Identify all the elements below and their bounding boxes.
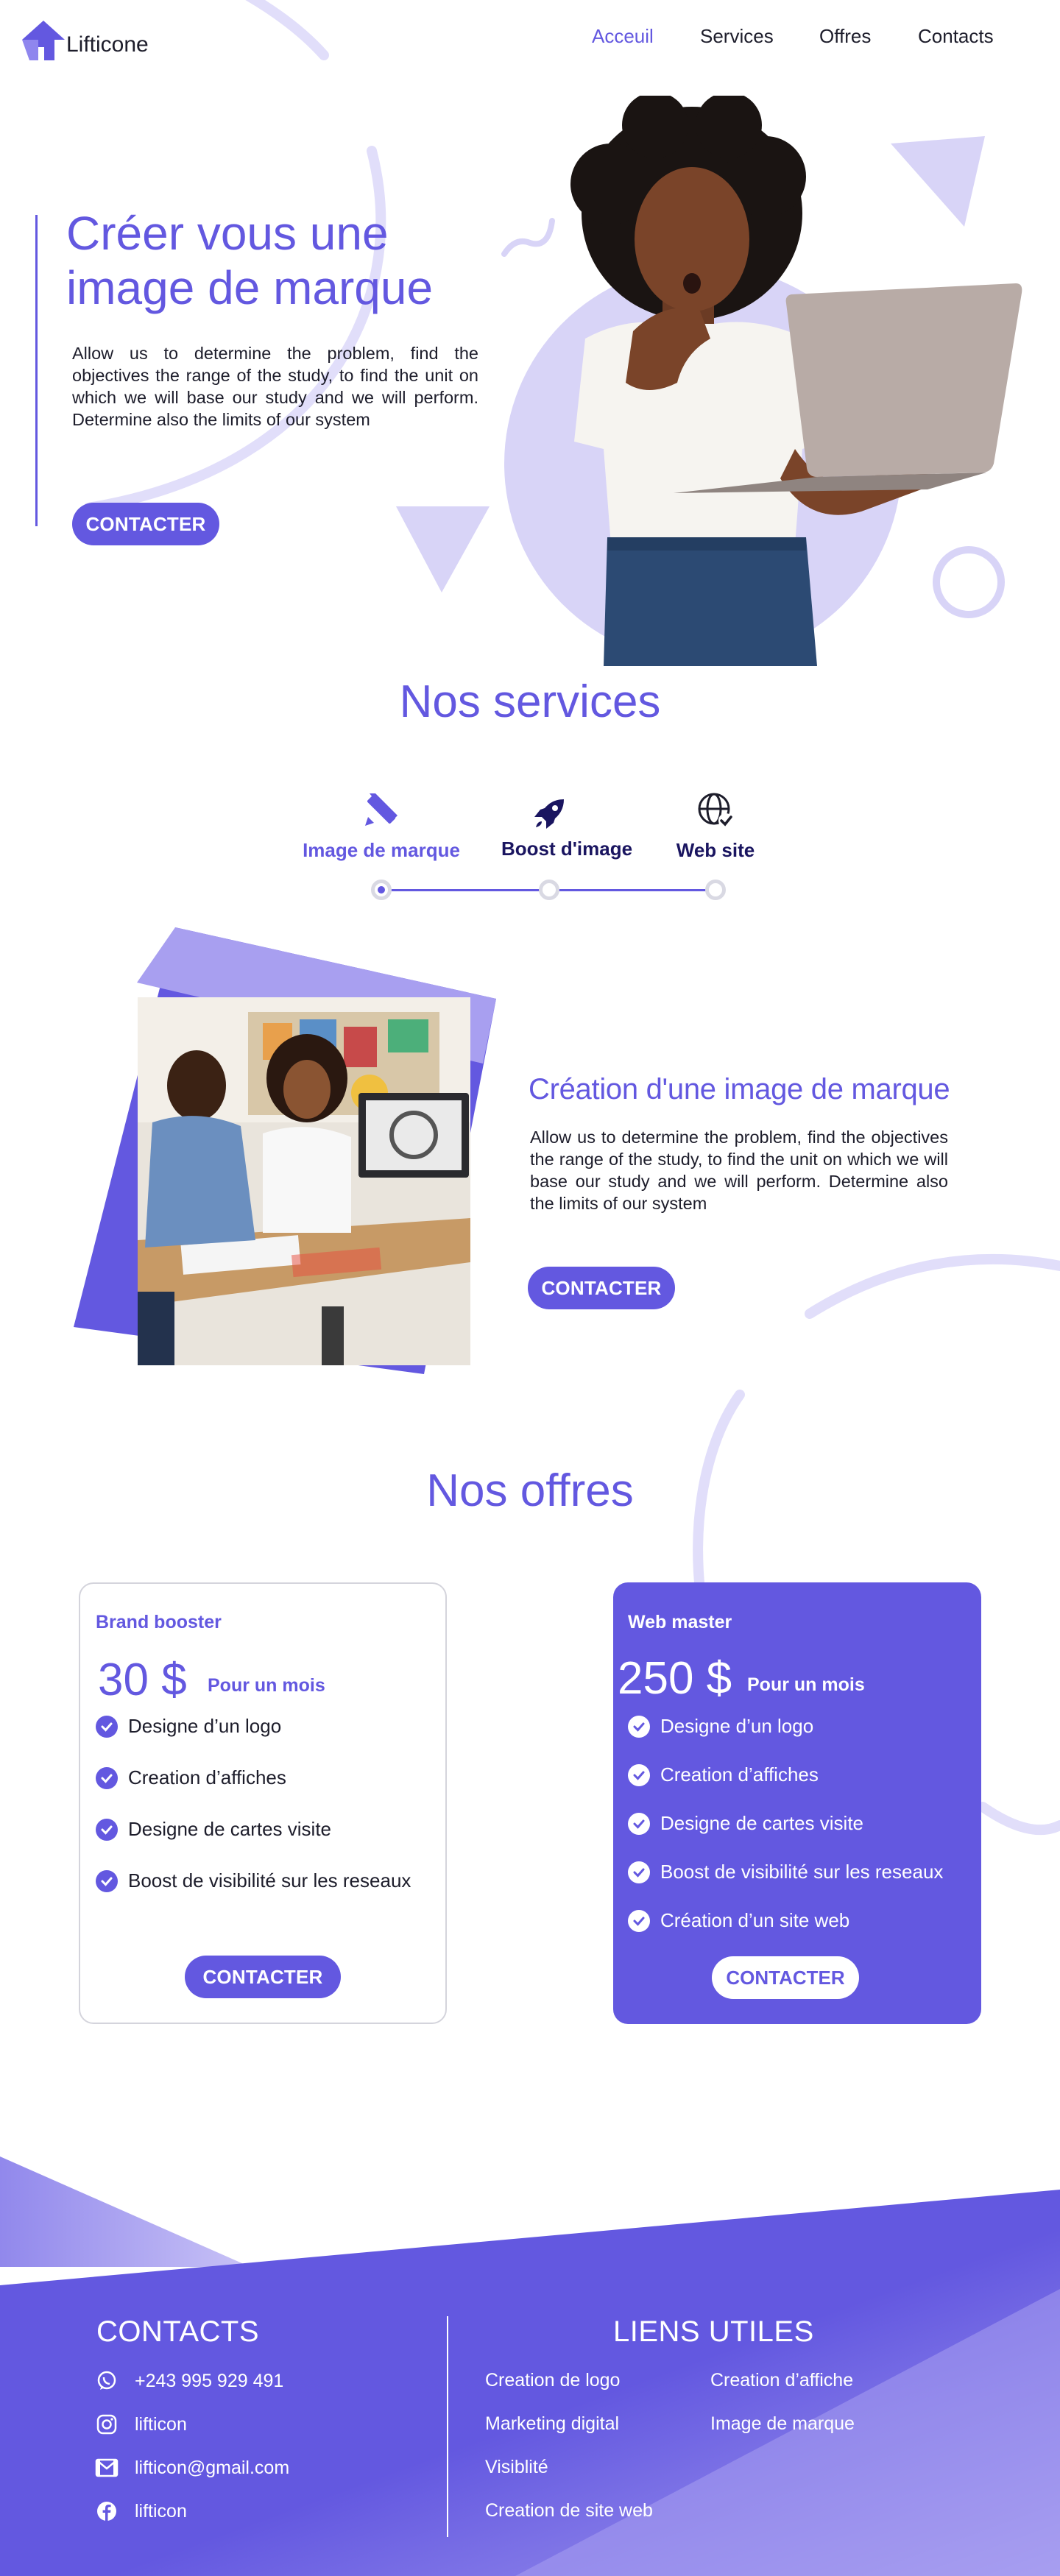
plan-feature: Boost de visibilité sur les reseaux xyxy=(96,1869,411,1892)
plan-feature: Creation d’affiches xyxy=(628,1763,819,1786)
plan-feature: Creation d’affiches xyxy=(96,1766,286,1789)
footer-link-image-de-marque[interactable]: Image de marque xyxy=(710,2413,855,2435)
service-detail-title: Création d'une image de marque xyxy=(529,1073,950,1105)
logo-text: Lifticone xyxy=(66,32,149,57)
gmail-icon xyxy=(95,2456,119,2480)
footer-divider xyxy=(447,2316,448,2537)
rocket-icon[interactable] xyxy=(530,795,568,833)
nav-item-contacts[interactable]: Contacts xyxy=(918,25,994,48)
plan-feature: Designe d’un logo xyxy=(96,1715,281,1738)
check-icon xyxy=(628,1909,650,1932)
globe-check-icon[interactable] xyxy=(696,791,735,829)
whatsapp-icon xyxy=(95,2369,119,2393)
nav-item-offres[interactable]: Offres xyxy=(819,25,871,48)
plan-contact-button[interactable]: CONTACTER xyxy=(185,1956,341,1998)
instagram-icon xyxy=(95,2413,119,2436)
contact-instagram[interactable]: lifticon xyxy=(95,2413,187,2436)
plan-feature: Designe de cartes visite xyxy=(628,1812,863,1835)
check-icon xyxy=(628,1715,650,1738)
tab-image-de-marque[interactable]: Image de marque xyxy=(286,839,477,862)
plan-period: Pour un mois xyxy=(208,1675,325,1696)
contact-whatsapp[interactable]: +243 995 929 491 xyxy=(95,2369,283,2393)
footer-link-creation-affiche[interactable]: Creation d’affiche xyxy=(710,2370,853,2391)
stepper-dot-3[interactable] xyxy=(705,880,726,900)
pen-ruler-icon[interactable] xyxy=(362,790,400,829)
check-icon xyxy=(628,1861,650,1883)
footer-link-creation-site-web[interactable]: Creation de site web xyxy=(485,2500,653,2522)
offers-title: Nos offres xyxy=(426,1465,634,1516)
plan-feature: Création d’un site web xyxy=(628,1909,849,1932)
footer-link-marketing-digital[interactable]: Marketing digital xyxy=(485,2413,619,2435)
plan-name: Brand booster xyxy=(96,1612,222,1632)
plan-contact-button[interactable]: CONTACTER xyxy=(712,1956,859,1999)
footer-contacts-title: CONTACTS xyxy=(96,2315,260,2348)
designers-photo xyxy=(138,997,470,1365)
footer-link-creation-logo[interactable]: Creation de logo xyxy=(485,2370,620,2391)
plan-feature: Designe de cartes visite xyxy=(96,1818,331,1841)
service-contact-button[interactable]: CONTACTER xyxy=(528,1267,675,1309)
nav-item-services[interactable]: Services xyxy=(700,25,774,48)
check-icon xyxy=(96,1766,118,1789)
stepper-dot-1[interactable] xyxy=(371,880,392,900)
plan-card-brand-booster: Brand booster 30 $ Pour un mois Designe … xyxy=(79,1582,447,2024)
hero-description: Allow us to determine the problem, find … xyxy=(72,344,478,429)
plan-card-web-master: Web master 250 $ Pour un mois Designe d’… xyxy=(613,1582,981,2024)
hero-title: Créer vous une image de marque xyxy=(66,207,434,314)
check-icon xyxy=(96,1715,118,1738)
plan-price: 250 $ xyxy=(618,1653,732,1704)
plan-price: 30 $ xyxy=(98,1655,187,1705)
check-icon xyxy=(628,1763,650,1786)
stepper-dot-2[interactable] xyxy=(539,880,559,900)
services-title: Nos services xyxy=(399,676,661,727)
hero-vertical-line xyxy=(35,215,38,526)
check-icon xyxy=(628,1812,650,1835)
plan-name: Web master xyxy=(628,1612,732,1632)
plan-period: Pour un mois xyxy=(747,1674,865,1695)
tab-web-site[interactable]: Web site xyxy=(620,839,811,862)
footer-links-title: LIENS UTILES xyxy=(613,2315,814,2348)
footer-link-visibilite[interactable]: Visiblité xyxy=(485,2457,548,2478)
logo[interactable]: Lifticone xyxy=(19,18,149,65)
nav-item-acceuil[interactable]: Acceuil xyxy=(592,25,654,48)
check-icon xyxy=(96,1818,118,1841)
plan-feature: Boost de visibilité sur les reseaux xyxy=(628,1861,943,1883)
plan-feature: Designe d’un logo xyxy=(628,1715,813,1738)
contact-gmail[interactable]: lifticon@gmail.com xyxy=(95,2456,289,2480)
logo-mark-icon xyxy=(22,21,65,60)
contact-facebook[interactable]: lifticon xyxy=(95,2499,187,2523)
check-icon xyxy=(96,1869,118,1892)
service-detail-description: Allow us to determine the problem, find … xyxy=(530,1128,948,1213)
hero-woman-illustration xyxy=(570,96,1022,666)
facebook-icon xyxy=(95,2499,119,2523)
hero-contact-button[interactable]: CONTACTER xyxy=(72,503,219,545)
